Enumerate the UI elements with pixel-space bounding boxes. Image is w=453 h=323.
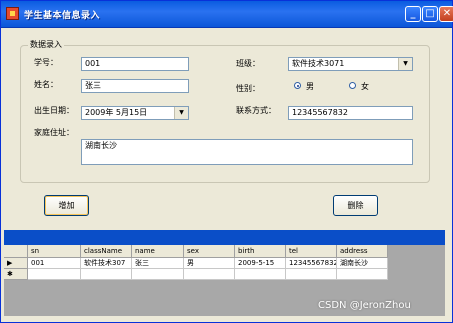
tel-input[interactable]: 12345567832 bbox=[288, 106, 413, 120]
chevron-down-icon[interactable]: ▼ bbox=[398, 58, 412, 70]
table-cell[interactable] bbox=[184, 269, 235, 280]
title-bar[interactable]: 学生基本信息录入 _ □ ✕ bbox=[1, 1, 453, 28]
grid-corner[interactable] bbox=[4, 245, 28, 258]
add-button[interactable]: 增加 bbox=[44, 195, 89, 216]
table-cell[interactable] bbox=[337, 269, 388, 280]
sn-label: 学号： bbox=[34, 58, 58, 67]
table-cell[interactable] bbox=[286, 269, 337, 280]
table-cell[interactable] bbox=[235, 269, 286, 280]
class-label: 班级： bbox=[236, 59, 260, 68]
birth-datepicker[interactable]: 2009年 5月15日 ▼ bbox=[81, 106, 189, 120]
birth-value: 2009年 5月15日 bbox=[85, 108, 148, 117]
sex-female-radio[interactable] bbox=[349, 82, 356, 89]
delete-button[interactable]: 删除 bbox=[333, 195, 378, 216]
column-header-classname[interactable]: className bbox=[81, 245, 132, 258]
table-cell[interactable]: 001 bbox=[28, 258, 81, 269]
table-cell[interactable]: 软件技术307 bbox=[81, 258, 132, 269]
new-row-selector[interactable]: ✱ bbox=[4, 269, 28, 280]
watermark-text: CSDN @JeronZhou bbox=[318, 300, 411, 311]
tel-label: 联系方式： bbox=[236, 106, 276, 115]
table-cell[interactable]: 男 bbox=[184, 258, 235, 269]
column-header-name[interactable]: name bbox=[132, 245, 184, 258]
address-label: 家庭住址： bbox=[34, 128, 74, 137]
sex-male-label: 男 bbox=[306, 82, 314, 91]
class-select-value: 软件技术3071 bbox=[292, 59, 345, 68]
grid-top-strip bbox=[4, 230, 445, 245]
table-cell[interactable] bbox=[132, 269, 184, 280]
app-icon bbox=[6, 7, 19, 20]
class-select[interactable]: 软件技术3071 ▼ bbox=[288, 57, 413, 71]
column-header-sex[interactable]: sex bbox=[184, 245, 235, 258]
column-header-sn[interactable]: sn bbox=[28, 245, 81, 258]
table-cell[interactable] bbox=[28, 269, 81, 280]
birth-label: 出生日期： bbox=[34, 106, 74, 115]
sex-female-label: 女 bbox=[361, 82, 369, 91]
chevron-down-icon[interactable]: ▼ bbox=[174, 107, 188, 119]
minimize-button[interactable]: _ bbox=[405, 6, 421, 22]
column-header-birth[interactable]: birth bbox=[235, 245, 286, 258]
maximize-button[interactable]: □ bbox=[422, 6, 438, 22]
sex-male-radio[interactable] bbox=[294, 82, 301, 89]
column-header-tel[interactable]: tel bbox=[286, 245, 337, 258]
row-selector[interactable]: ▶ bbox=[4, 258, 28, 269]
table-cell[interactable]: 2009-5-15 bbox=[235, 258, 286, 269]
window-title: 学生基本信息录入 bbox=[24, 11, 101, 21]
sn-input[interactable]: 001 bbox=[81, 57, 189, 71]
close-button[interactable]: ✕ bbox=[439, 6, 453, 22]
table-cell[interactable]: 张三 bbox=[132, 258, 184, 269]
sex-label: 性别： bbox=[236, 84, 260, 93]
table-cell[interactable] bbox=[81, 269, 132, 280]
column-header-address[interactable]: address bbox=[337, 245, 388, 258]
name-label: 姓名： bbox=[34, 80, 58, 89]
table-cell[interactable]: 12345567832 bbox=[286, 258, 337, 269]
address-input[interactable]: 湖南长沙 bbox=[81, 139, 413, 165]
name-input[interactable]: 张三 bbox=[81, 79, 189, 93]
group-legend: 数据录入 bbox=[28, 39, 64, 50]
table-cell[interactable]: 湖南长沙 bbox=[337, 258, 388, 269]
